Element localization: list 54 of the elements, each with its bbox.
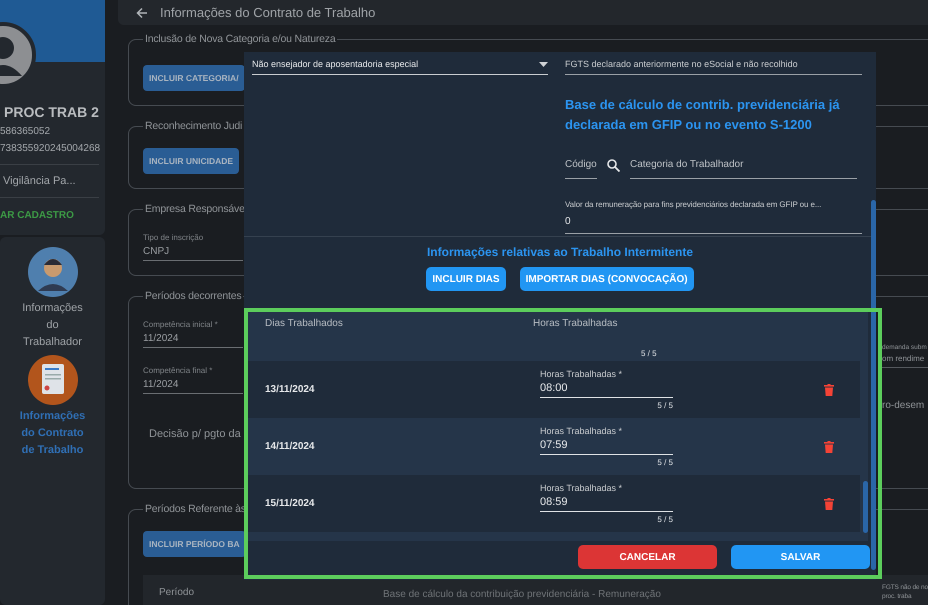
trash-icon[interactable] <box>824 440 834 452</box>
category-field[interactable]: Categoria do Trabalhador <box>630 151 857 179</box>
remuneration-field[interactable]: Valor da remuneração para fins previdenciários declarada em GFIP ou e... 0 <box>565 197 862 234</box>
text-field[interactable]: Competência inicial * 11/2024 <box>143 320 243 348</box>
character-counter: 5 / 5 <box>656 458 673 467</box>
hours-field[interactable]: 08:59 <box>540 493 673 512</box>
caret-icon <box>539 62 548 66</box>
date-cell-text: 13/11/2024 <box>265 384 316 395</box>
worker-avatar-icon <box>28 247 78 297</box>
profile-role: Vigilância Pa... <box>2 175 77 187</box>
column-header: Período <box>158 587 194 598</box>
column-header: Base de cálculo da contribuição previdenciária - Remuneração <box>382 588 661 600</box>
field-label: Horas Trabalhadas * <box>540 426 624 436</box>
section-legend: Reconhecimento Judi <box>143 120 244 132</box>
section-note: Decisão p/ pgto da <box>149 428 242 440</box>
add-button[interactable]: INCLUIR UNICIDADE <box>143 148 240 174</box>
select-field[interactable]: Não ensejador de aposentadoria especial <box>252 56 548 75</box>
section-legend: Inclusão de Nova Categoria e/ou Natureza <box>143 33 338 45</box>
register-link[interactable]: AR CADASTRO <box>0 210 105 221</box>
page-title: Informações do Contrato de Trabalho <box>160 5 376 20</box>
text-field[interactable]: FGTS declarado anteriormente no eSocial e não recolhido <box>565 56 862 75</box>
add-button[interactable]: INCLUIR CATEGORIA/ <box>143 65 245 91</box>
profile-id: 586365052 <box>0 126 52 137</box>
section-heading: Base de cálculo de contrib. previdenciária já declarada em GFIP ou no evento S-1200 <box>565 96 841 134</box>
trash-icon[interactable] <box>824 498 834 510</box>
character-counter: 5 / 5 <box>656 515 673 524</box>
back-arrow-icon[interactable] <box>136 6 148 18</box>
column-header: Horas Trabalhadas <box>533 318 618 329</box>
column-header: Dias Trabalhados <box>265 318 343 329</box>
field-label: Horas Trabalhadas * <box>540 369 624 379</box>
document-icon <box>28 355 78 405</box>
trash-icon[interactable] <box>824 384 834 396</box>
scrollbar-thumb[interactable] <box>863 481 868 533</box>
field-label: ro-desem <box>882 400 926 411</box>
hours-field[interactable]: 07:59 <box>540 436 673 455</box>
scrollbar-thumb[interactable] <box>871 200 876 570</box>
section-legend: Empresa Responsáve <box>143 203 247 215</box>
section-title: Informações relativas ao Trabalho Intermitente <box>426 245 694 259</box>
profile-name: PROC TRAB 2 <box>3 104 100 120</box>
section-legend: Períodos decorrentes <box>143 290 244 302</box>
cancel-button[interactable]: CANCELAR <box>578 545 717 569</box>
character-counter: 5 / 5 <box>641 349 657 358</box>
code-field[interactable]: Código <box>565 151 597 179</box>
nav-item[interactable]: Informações do Trabalhador <box>18 300 88 351</box>
hours-field[interactable]: 08:00 <box>540 379 673 398</box>
character-counter: 5 / 5 <box>656 401 673 410</box>
date-cell-text: 15/11/2024 <box>265 498 316 509</box>
profile-number: 738355920245004268 <box>0 143 102 154</box>
add-button[interactable]: INCLUIR PERÍODO BA <box>143 531 246 557</box>
date-cell-text: 14/11/2024 <box>265 441 316 452</box>
search-icon[interactable] <box>607 158 620 172</box>
field-label: Horas Trabalhadas * <box>540 483 624 493</box>
text-field[interactable]: Tipo de inscrição CNPJ <box>143 233 243 261</box>
text-field[interactable]: Competência final * 11/2024 <box>143 366 243 394</box>
